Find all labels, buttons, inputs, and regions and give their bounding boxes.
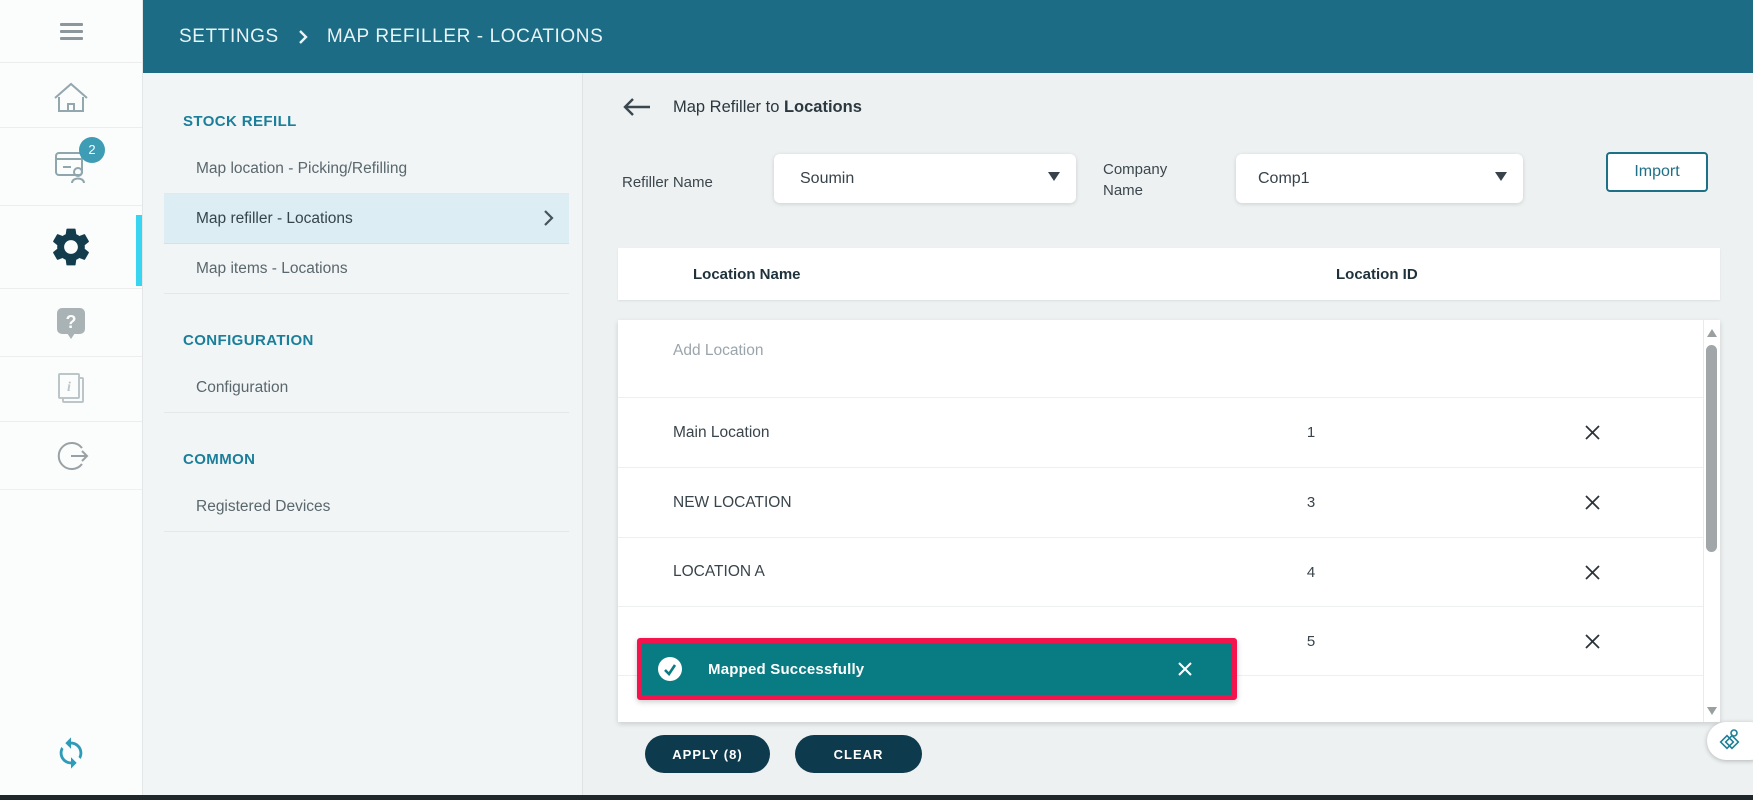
- hamburger-icon: [60, 23, 83, 40]
- svg-text:?: ?: [66, 312, 77, 332]
- close-x-icon: [1584, 494, 1601, 511]
- app-window: 2 ? i: [0, 0, 1753, 800]
- breadcrumb-section[interactable]: SETTINGS: [179, 26, 279, 48]
- main-content: Map Refiller to Locations Refiller Name …: [584, 73, 1753, 800]
- table-row: LOCATION A 4: [618, 538, 1720, 607]
- delete-location-button[interactable]: [1568, 398, 1616, 467]
- location-id-cell: 5: [1281, 607, 1341, 675]
- info-document-icon: i: [54, 370, 88, 408]
- delete-location-button[interactable]: [1568, 607, 1616, 675]
- active-section-indicator: [136, 215, 142, 286]
- sidebar-item-logout[interactable]: [0, 422, 142, 490]
- sidebar-item-home[interactable]: [0, 63, 142, 128]
- delete-location-button[interactable]: [1568, 468, 1616, 537]
- sidebar-item-info[interactable]: i: [0, 357, 142, 422]
- table-row: Main Location 1: [618, 398, 1720, 468]
- toast-message: Mapped Successfully: [708, 661, 864, 678]
- company-name-select[interactable]: Comp1: [1236, 154, 1523, 203]
- breadcrumb-chevron-icon: [298, 29, 308, 45]
- toast-close-button[interactable]: [1176, 660, 1194, 678]
- sync-refresh-button[interactable]: [54, 736, 88, 770]
- nav-item-map-refiller-locations[interactable]: Map refiller - Locations: [164, 194, 569, 244]
- top-header: SETTINGS MAP REFILLER - LOCATIONS: [143, 0, 1753, 73]
- location-id-cell: 3: [1281, 468, 1341, 537]
- accessibility-icon: [1717, 728, 1743, 754]
- nav-section-title-configuration: CONFIGURATION: [183, 332, 582, 349]
- nav-section-title-stock-refill: STOCK REFILL: [183, 113, 582, 130]
- delete-location-button[interactable]: [1568, 538, 1616, 606]
- close-x-icon: [1584, 564, 1601, 581]
- column-header-location-name: Location Name: [693, 266, 801, 283]
- nav-section-title-common: COMMON: [183, 451, 582, 468]
- add-location-row: [618, 320, 1720, 398]
- clear-button[interactable]: CLEAR: [795, 735, 922, 773]
- dropdown-caret-icon: [1048, 172, 1060, 181]
- accessibility-widget-button[interactable]: [1707, 722, 1753, 760]
- nav-item-label: Map items - Locations: [196, 260, 348, 278]
- nav-item-registered-devices[interactable]: Registered Devices: [164, 482, 569, 532]
- apply-button[interactable]: APPLY (8): [645, 735, 770, 773]
- help-icon: ?: [54, 304, 88, 342]
- settings-gear-icon: [48, 224, 94, 270]
- nav-item-label: Map location - Picking/Refilling: [196, 160, 407, 178]
- scroll-up-arrow-icon[interactable]: [1707, 329, 1717, 337]
- location-name-cell: Main Location: [673, 398, 770, 467]
- nav-item-map-location-picking-refilling[interactable]: Map location - Picking/Refilling: [164, 144, 569, 194]
- sidebar-item-help[interactable]: ?: [0, 289, 142, 357]
- success-check-icon: [658, 657, 682, 681]
- sidebar-item-settings[interactable]: [0, 206, 142, 289]
- orders-badge: 2: [79, 137, 105, 163]
- svg-text:i: i: [67, 380, 71, 395]
- table-header: Location Name Location ID: [618, 248, 1720, 300]
- import-button[interactable]: Import: [1606, 152, 1708, 192]
- column-header-location-id: Location ID: [1336, 266, 1418, 283]
- refiller-name-label: Refiller Name: [622, 172, 713, 193]
- success-toast: Mapped Successfully: [637, 638, 1237, 700]
- refiller-name-value: Soumin: [800, 170, 854, 188]
- table-row: NEW LOCATION 3: [618, 468, 1720, 538]
- company-name-label: Company Name: [1103, 159, 1183, 201]
- add-location-input[interactable]: [673, 336, 1173, 366]
- nav-item-map-items-locations[interactable]: Map items - Locations: [164, 244, 569, 294]
- nav-item-configuration[interactable]: Configuration: [164, 363, 569, 413]
- sidebar-item-orders[interactable]: 2: [0, 128, 142, 206]
- logout-icon: [51, 436, 91, 476]
- icon-sidebar: 2 ? i: [0, 0, 143, 800]
- nav-item-label: Map refiller - Locations: [196, 210, 353, 228]
- scroll-down-arrow-icon[interactable]: [1707, 707, 1717, 715]
- nav-item-label: Configuration: [196, 379, 288, 397]
- breadcrumb-page: MAP REFILLER - LOCATIONS: [327, 26, 604, 48]
- table-scrollbar[interactable]: [1703, 320, 1720, 722]
- refiller-name-select[interactable]: Soumin: [774, 154, 1076, 203]
- page-title: Map Refiller to Locations: [673, 98, 862, 117]
- menu-toggle-button[interactable]: [0, 0, 142, 63]
- dropdown-caret-icon: [1495, 172, 1507, 181]
- location-id-cell: 1: [1281, 398, 1341, 467]
- close-x-icon: [1584, 633, 1601, 650]
- chevron-right-icon: [543, 209, 554, 232]
- nav-item-label: Registered Devices: [196, 498, 330, 516]
- back-arrow-button[interactable]: [622, 97, 652, 117]
- company-name-value: Comp1: [1258, 170, 1310, 188]
- location-name-cell: LOCATION A: [673, 538, 765, 606]
- close-x-icon: [1584, 424, 1601, 441]
- home-icon: [50, 76, 92, 114]
- location-name-cell: NEW LOCATION: [673, 468, 792, 537]
- nav-sidebar: STOCK REFILL Map location - Picking/Refi…: [143, 73, 583, 800]
- scrollbar-thumb[interactable]: [1706, 345, 1717, 552]
- location-id-cell: 4: [1281, 538, 1341, 606]
- sync-icon: [54, 736, 88, 770]
- window-bottom-edge: [0, 795, 1753, 800]
